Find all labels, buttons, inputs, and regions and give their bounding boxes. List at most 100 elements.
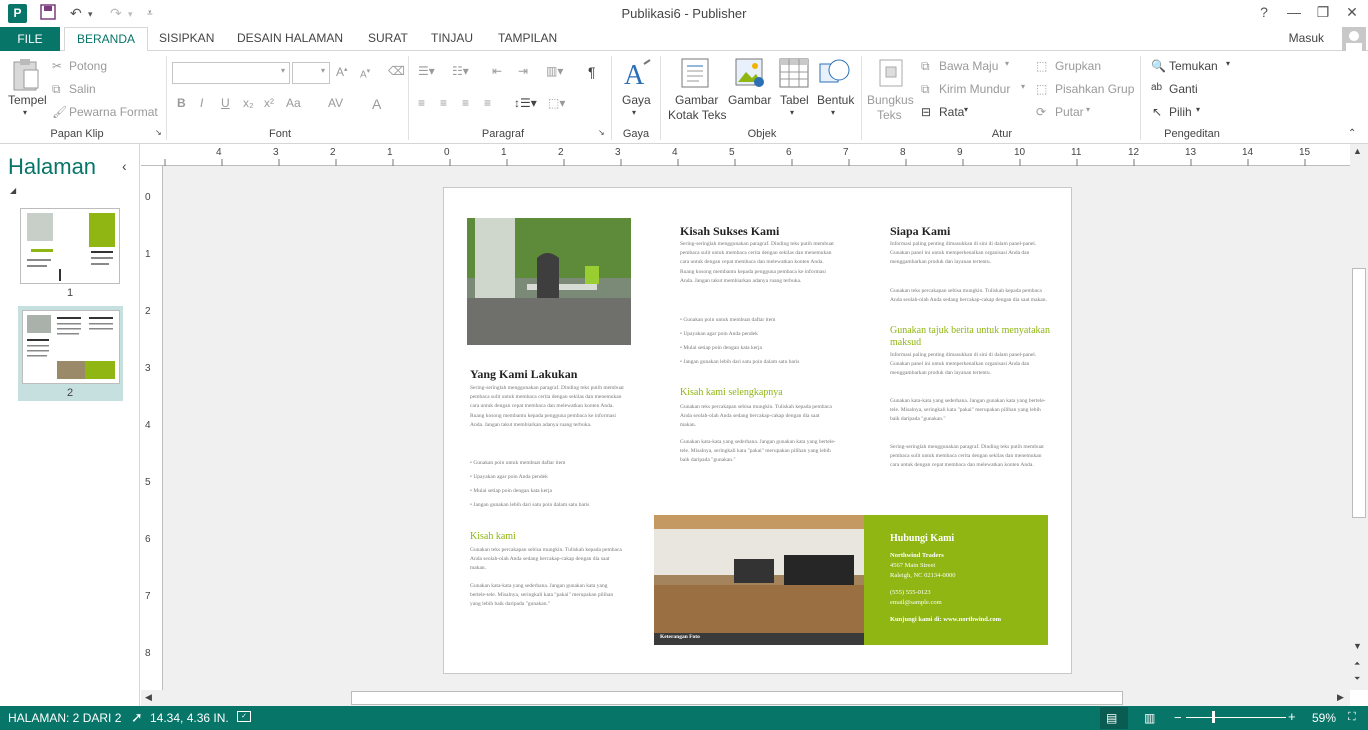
align-center-icon[interactable]: ≡ <box>440 96 447 110</box>
body-text[interactable]: Gunakan kata-kata yang sederhana. Jangan… <box>680 438 836 466</box>
bullets-icon[interactable]: ☰▾ <box>418 64 435 78</box>
italic-button[interactable]: I <box>200 96 203 110</box>
body-text[interactable]: Gunakan teks percakapan sebisa mungkin. … <box>890 287 1050 305</box>
paste-dropdown-icon[interactable]: ▾ <box>23 108 27 117</box>
avatar[interactable] <box>1342 27 1366 51</box>
body-text[interactable]: Sering-seringlah menggunakan paragraf. D… <box>680 240 838 286</box>
fit-page-icon[interactable]: ⛶ <box>1348 711 1356 724</box>
subheading-more-story[interactable]: Kisah kami selengkapnya <box>680 387 783 398</box>
scroll-up-icon[interactable]: ▲ <box>1353 146 1362 156</box>
tab-desain-halaman[interactable]: DESAIN HALAMAN <box>237 31 343 45</box>
zoom-out-button[interactable]: − <box>1174 710 1182 725</box>
spelling-check-icon[interactable]: ✓ <box>237 711 251 722</box>
tab-surat[interactable]: SURAT <box>368 31 408 45</box>
font-color-button[interactable]: A <box>372 96 381 112</box>
table-icon[interactable] <box>779 58 809 91</box>
clipboard-launcher-icon[interactable]: ↘ <box>155 128 162 137</box>
collapse-pane-button[interactable]: ‹ <box>122 158 127 174</box>
scroll-down-icon[interactable]: ▼ <box>1353 641 1362 651</box>
align-right-icon[interactable]: ≡ <box>462 96 469 110</box>
increase-indent-icon[interactable]: ⇥ <box>518 64 528 78</box>
copy-button[interactable]: Salin <box>69 82 96 96</box>
font-name-combo[interactable]: ▾ <box>172 62 290 84</box>
shapes-button[interactable]: Bentuk <box>817 93 854 107</box>
line-spacing-icon[interactable]: ↕☰▾ <box>514 96 537 110</box>
shrink-font-icon[interactable]: A▾ <box>360 67 370 80</box>
grow-font-icon[interactable]: A▴ <box>336 65 348 79</box>
city-address[interactable]: Raleigh, NC 02134-0000 <box>890 572 956 579</box>
bullet-list[interactable]: • Gunakan poin untuk membuat daftar item… <box>680 313 836 369</box>
section-expander-icon[interactable]: ◢ <box>10 186 16 195</box>
previous-page-icon[interactable]: ⏶ <box>1354 659 1360 669</box>
body-text[interactable]: Gunakan teks percakapan sebisa mungkin. … <box>470 546 624 574</box>
tab-sisipkan[interactable]: SISIPKAN <box>159 31 214 45</box>
align-left-icon[interactable]: ≡ <box>418 96 425 110</box>
scroll-right-icon[interactable]: ▶ <box>1337 692 1344 703</box>
wrap-text-icon[interactable] <box>878 58 904 91</box>
decrease-indent-icon[interactable]: ⇤ <box>492 64 502 78</box>
restore-button[interactable]: ❐ <box>1313 4 1333 21</box>
styles-icon[interactable]: A <box>622 58 652 95</box>
show-marks-button[interactable]: ¶ <box>588 64 596 80</box>
find-dropdown-icon[interactable]: ▾ <box>1226 59 1230 68</box>
ungroup-button[interactable]: Pisahkan Grup <box>1055 82 1134 96</box>
close-button[interactable]: ✕ <box>1342 4 1362 21</box>
body-text[interactable]: Sering-seringlah menggunakan paragraf. D… <box>890 443 1050 471</box>
send-backward-button[interactable]: Kirim Mundur <box>939 82 1010 96</box>
paste-icon[interactable] <box>12 58 40 95</box>
table-button[interactable]: Tabel <box>780 93 809 107</box>
shading-icon[interactable]: ⬚▾ <box>548 96 565 110</box>
send-backward-dropdown-icon[interactable]: ▾ <box>1021 82 1025 91</box>
styles-button[interactable]: Gaya <box>622 93 651 107</box>
shapes-dropdown-icon[interactable]: ▾ <box>831 108 835 117</box>
rotate-dropdown-icon[interactable]: ▾ <box>1086 105 1090 114</box>
rotate-button[interactable]: Putar <box>1055 105 1084 119</box>
heading-who-we-are[interactable]: Siapa Kami <box>890 224 950 239</box>
numbering-icon[interactable]: ☷▾ <box>452 64 469 78</box>
collapse-ribbon-icon[interactable]: ⌃ <box>1348 128 1356 139</box>
vertical-ruler[interactable]: 0 1 2 3 4 5 6 7 8 <box>141 166 163 690</box>
zoom-level[interactable]: 59% <box>1312 711 1336 725</box>
subscript-button[interactable]: x₂ <box>243 96 254 110</box>
format-painter-button[interactable]: Pewarna Format <box>69 105 158 119</box>
horizontal-scroll-thumb[interactable] <box>351 691 1123 705</box>
tab-tampilan[interactable]: TAMPILAN <box>498 31 557 45</box>
styles-dropdown-icon[interactable]: ▾ <box>632 108 636 117</box>
find-button[interactable]: Temukan <box>1169 59 1218 73</box>
scroll-left-icon[interactable]: ◀ <box>145 692 152 703</box>
company-name[interactable]: Northwind Traders <box>890 552 944 559</box>
contact-heading[interactable]: Hubungi Kami <box>890 533 954 544</box>
zoom-slider-track[interactable] <box>1186 717 1286 718</box>
page-indicator[interactable]: HALAMAN: 2 DARI 2 <box>8 711 121 725</box>
picture-icon[interactable] <box>735 58 765 91</box>
bold-button[interactable]: B <box>177 96 186 110</box>
cut-button[interactable]: Potong <box>69 59 107 73</box>
select-button[interactable]: Pilih <box>1169 105 1192 119</box>
character-spacing-button[interactable]: AV <box>328 96 343 110</box>
email[interactable]: email@sample.com <box>890 599 942 606</box>
bullet-list[interactable]: • Gunakan poin untuk membuat daftar item… <box>470 456 626 512</box>
subheading-headline[interactable]: Gunakan tajuk berita untuk menyatakan ma… <box>890 325 1050 349</box>
tab-beranda[interactable]: BERANDA <box>64 27 149 52</box>
horizontal-ruler[interactable]: 4 3 2 1 0 1 2 3 4 5 6 7 8 9 10 11 12 13 … <box>141 144 1350 166</box>
two-page-spread-icon[interactable]: ▥ <box>1144 711 1155 725</box>
page-thumbnail-1[interactable] <box>20 208 120 284</box>
paste-button[interactable]: Tempel <box>8 93 47 107</box>
phone[interactable]: (555) 555-0123 <box>890 589 931 596</box>
website[interactable]: Kunjungi kami di: www.northwind.com <box>890 616 1001 623</box>
bring-forward-dropdown-icon[interactable]: ▾ <box>1005 59 1009 68</box>
body-text[interactable]: Gunakan kata-kata yang sederhana. Jangan… <box>470 582 624 610</box>
justify-icon[interactable]: ≡ <box>484 96 491 110</box>
align-objects-dropdown-icon[interactable]: ▾ <box>964 105 968 114</box>
clear-format-icon[interactable]: ⌫ <box>388 64 405 78</box>
page-thumbnail-2[interactable] <box>22 310 120 384</box>
photo-caption[interactable]: Keterangan Foto <box>660 634 700 640</box>
hallway-photo[interactable] <box>654 515 864 645</box>
help-button[interactable]: ? <box>1254 4 1274 20</box>
superscript-button[interactable]: x² <box>264 96 274 110</box>
draw-text-box-button-line2[interactable]: Kotak Teks <box>668 108 726 122</box>
body-text[interactable]: Gunakan teks percakapan sebisa mungkin. … <box>680 403 836 431</box>
replace-button[interactable]: Ganti <box>1169 82 1198 96</box>
change-case-button[interactable]: Aa <box>286 96 301 110</box>
next-page-icon[interactable]: ⏷ <box>1354 674 1360 684</box>
